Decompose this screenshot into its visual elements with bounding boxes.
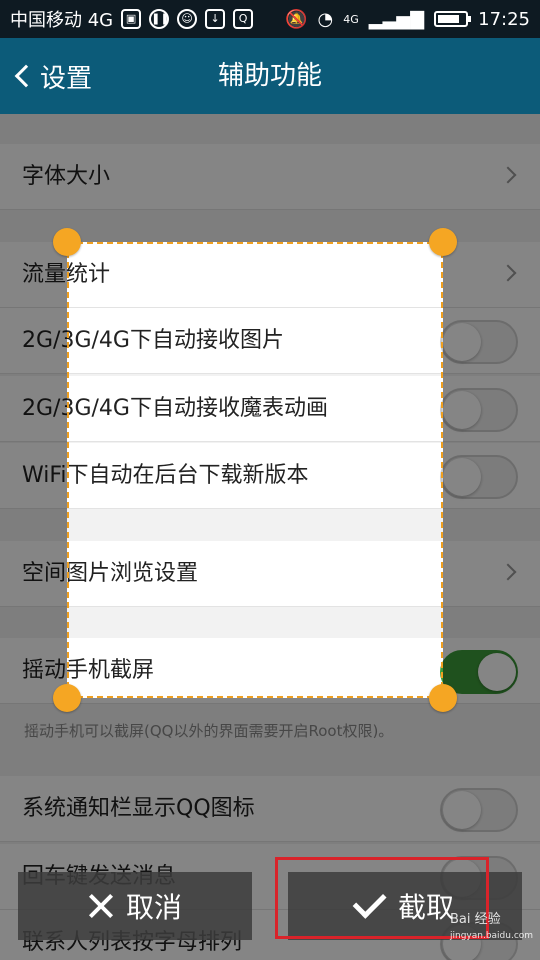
watermark: Bai 经验 jingyan.baidu.com bbox=[450, 912, 533, 944]
pause-notification-icon: ❚❚ bbox=[149, 9, 170, 29]
signal-icon: ▂▃▅▇ bbox=[368, 8, 425, 30]
image-notification-icon: ▣ bbox=[121, 9, 142, 29]
wifi-icon: ◔ bbox=[317, 8, 334, 30]
mute-icon: 🔕 bbox=[285, 8, 308, 30]
dim-overlay-right bbox=[443, 242, 540, 698]
dim-overlay-left bbox=[0, 242, 67, 698]
carrier-label: 中国移动 4G bbox=[10, 10, 114, 31]
download-notification-icon: ↓ bbox=[205, 9, 226, 29]
watermark-url: jingyan.baidu.com bbox=[450, 931, 534, 941]
status-bar: 中国移动 4G ▣ ❚❚ ☺ ↓ Q 🔕 ◔ 4G ▂▃▅▇ 17:25 bbox=[0, 0, 540, 38]
crop-handle-top-left[interactable] bbox=[53, 228, 81, 256]
close-icon bbox=[88, 893, 114, 919]
title-bar: 设置 辅助功能 bbox=[0, 38, 540, 114]
cancel-label: 取消 bbox=[125, 891, 182, 924]
crop-handle-top-right[interactable] bbox=[429, 228, 457, 256]
qq-notification-icon: Q bbox=[233, 9, 254, 29]
dim-overlay-top bbox=[0, 114, 540, 242]
battery-icon bbox=[434, 11, 472, 27]
crop-handle-bottom-left[interactable] bbox=[53, 684, 81, 712]
clock: 17:25 bbox=[478, 8, 530, 30]
cancel-button[interactable]: 取消 bbox=[18, 872, 252, 940]
page-title: 辅助功能 bbox=[217, 61, 322, 91]
cat-notification-icon: ☺ bbox=[177, 9, 198, 29]
watermark-text: Bai 经验 bbox=[450, 912, 501, 927]
network-type: 4G bbox=[343, 12, 359, 26]
crop-selection[interactable] bbox=[67, 242, 443, 698]
crop-handle-bottom-right[interactable] bbox=[429, 684, 457, 712]
battery-fill bbox=[438, 15, 459, 23]
